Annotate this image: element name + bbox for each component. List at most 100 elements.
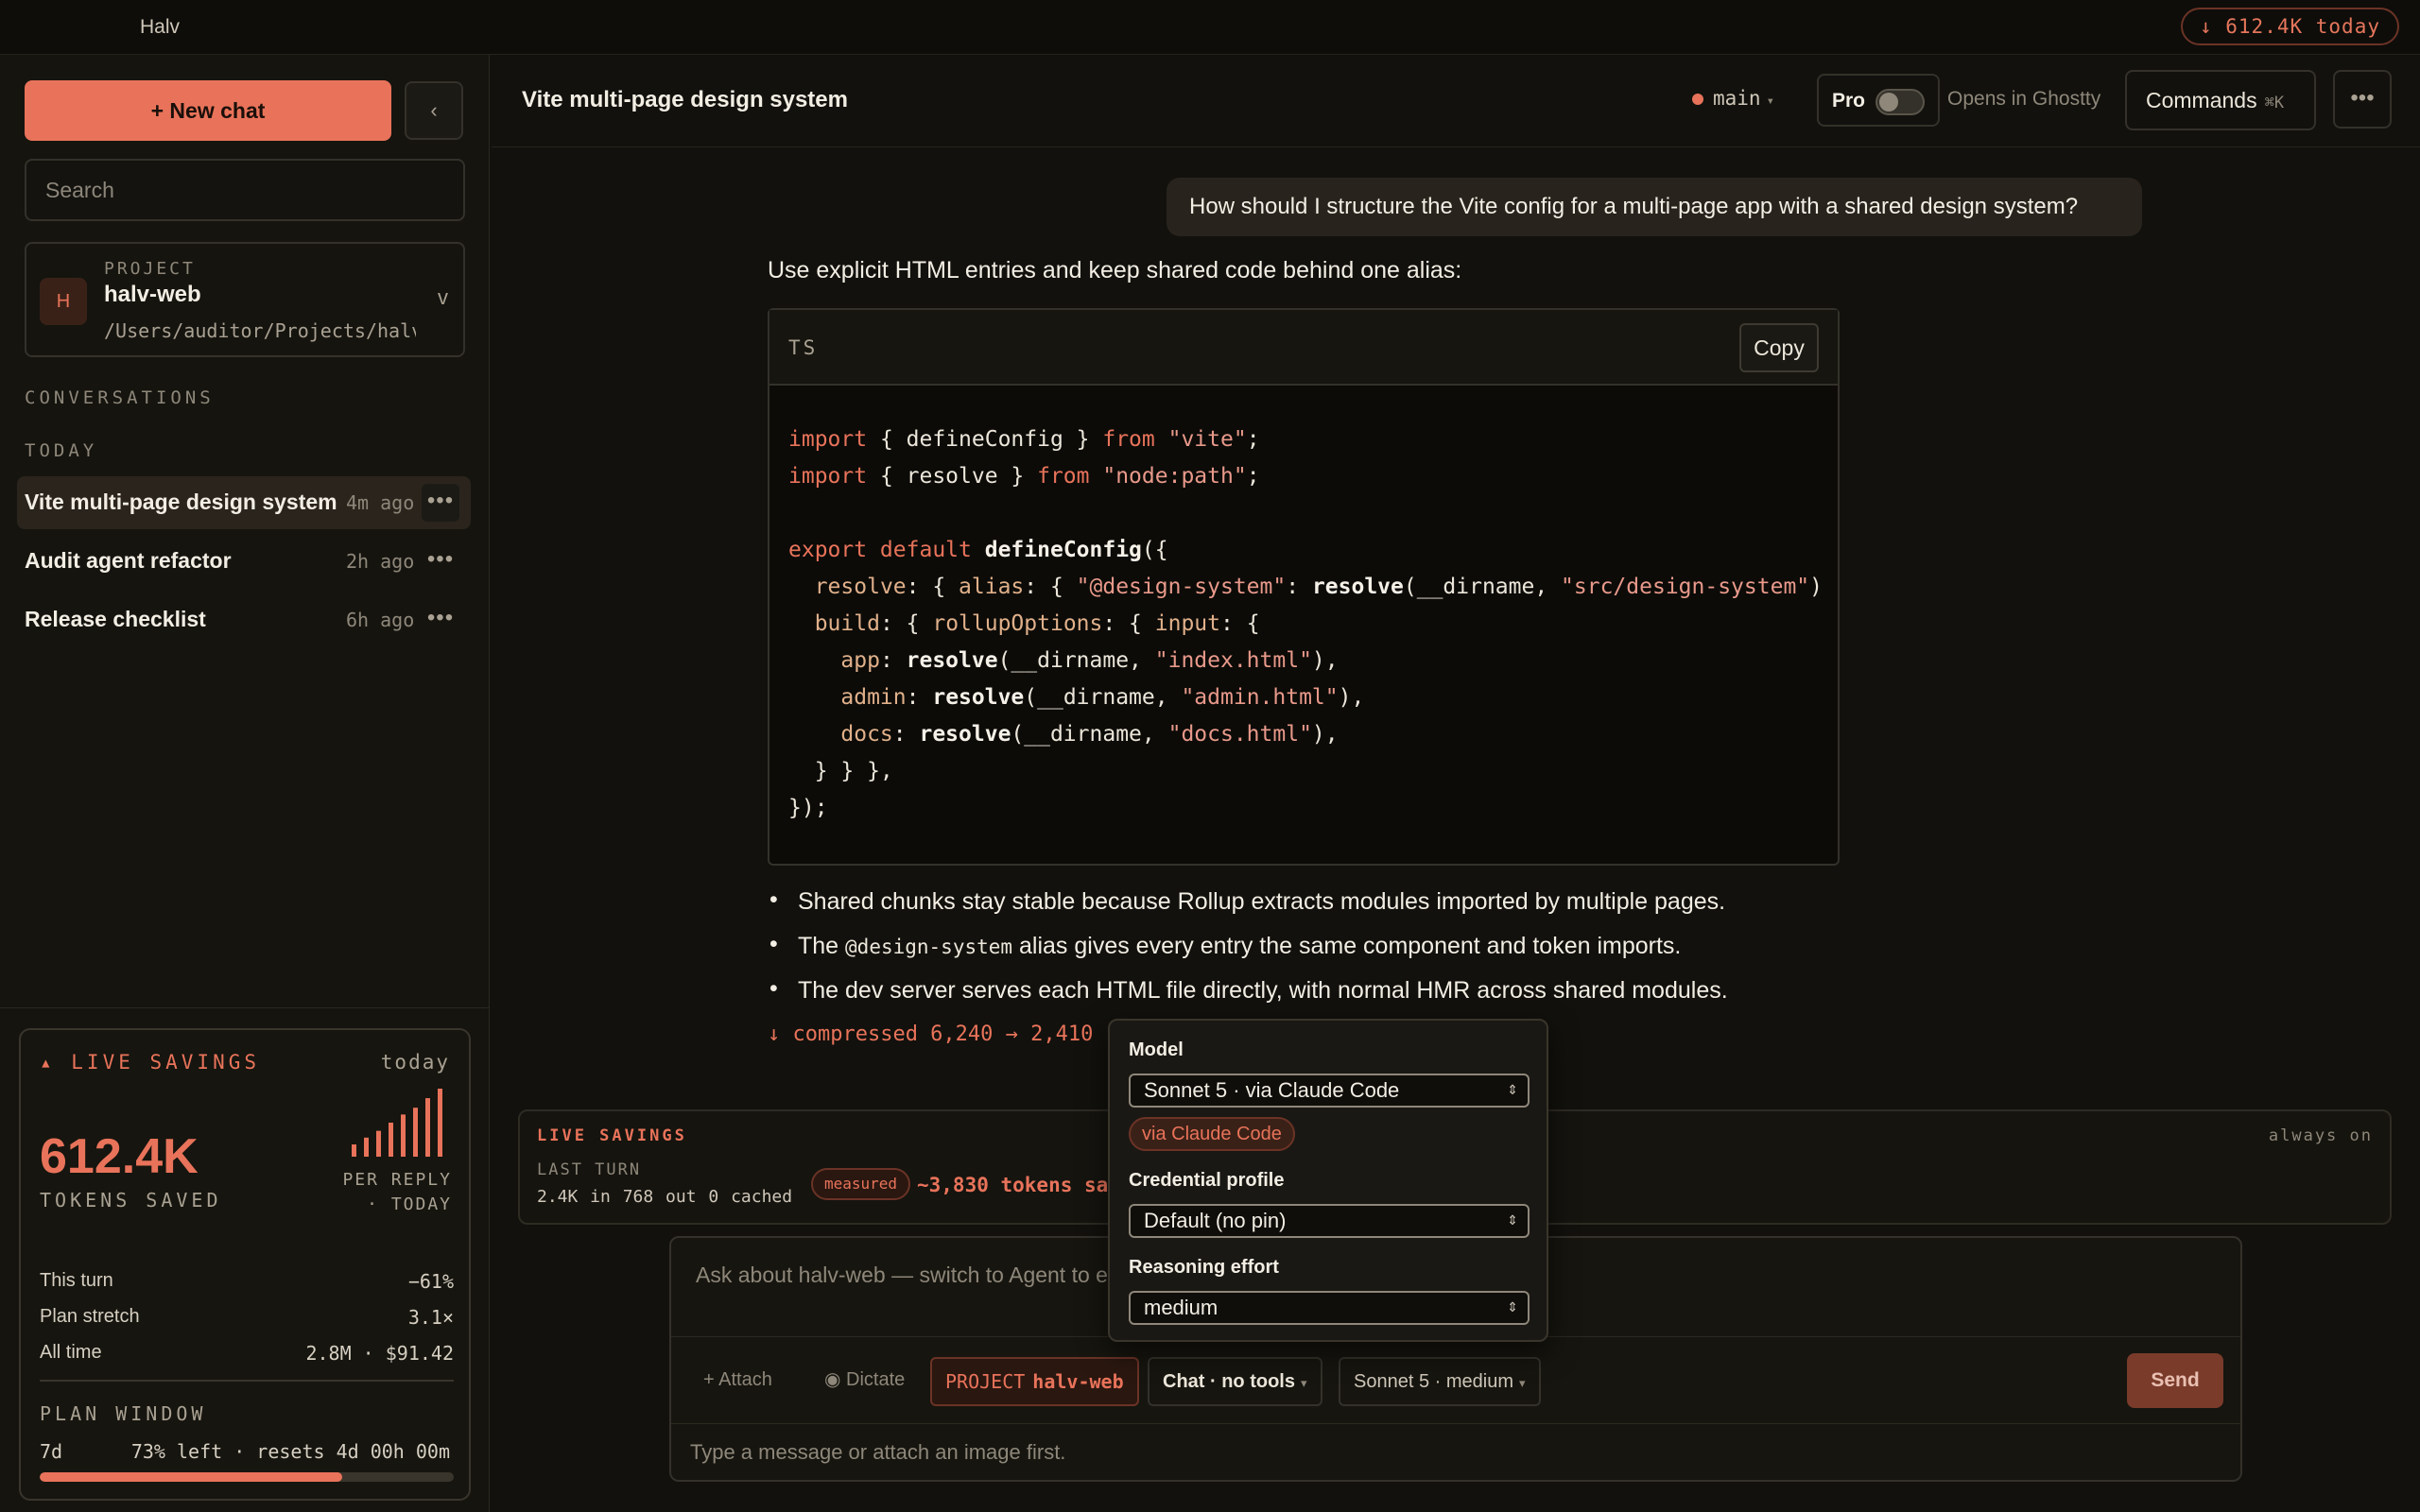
more-icon[interactable]: •••: [422, 601, 459, 639]
stat-row: This turn −61%: [40, 1270, 454, 1293]
copy-button[interactable]: Copy: [1739, 323, 1819, 372]
per-reply-text: PER REPLY: [342, 1170, 452, 1190]
compression-note: ↓ compressed 6,240 → 2,410: [768, 1022, 1094, 1046]
live-savings-title: ▴ LIVE SAVINGS: [40, 1051, 261, 1074]
select-arrows-icon: ⇕: [1507, 1082, 1518, 1097]
stat-row: All time 2.8M · $91.42: [40, 1342, 454, 1365]
model-selector[interactable]: Sonnet 5 · medium ▾: [1339, 1357, 1541, 1406]
spark-bar: [413, 1108, 418, 1157]
credential-value: Default (no pin): [1144, 1209, 1287, 1232]
code-content: import { defineConfig } from "vite"; imp…: [788, 427, 1824, 820]
list-item: The @design-system alias gives every ent…: [768, 931, 1728, 977]
chat-header: Vite multi-page design system main ▾ Pro …: [492, 55, 2420, 147]
credential-label: Credential profile: [1129, 1170, 1285, 1191]
model-label: Sonnet 5 · medium: [1354, 1371, 1513, 1392]
credential-select[interactable]: Default (no pin) ⇕: [1129, 1204, 1530, 1238]
mode-label: Chat · no tools: [1163, 1371, 1295, 1392]
user-message: How should I structure the Vite config f…: [1167, 178, 2142, 236]
bullet-text: The: [798, 933, 846, 959]
bullet-text: alias gives every entry the same compone…: [1012, 933, 1682, 959]
plan-window-title: PLAN WINDOW: [40, 1402, 207, 1425]
bullet-text: Shared chunks stay stable because Rollup…: [798, 888, 1726, 915]
pro-label: Pro: [1832, 90, 1866, 112]
conversation-time: 4m ago: [346, 491, 415, 514]
conversation-time: 2h ago: [346, 550, 415, 573]
conversations-heading: CONVERSATIONS: [25, 387, 215, 408]
model-select[interactable]: Sonnet 5 · via Claude Code ⇕: [1129, 1074, 1530, 1108]
tokens-saved-label: TOKENS SAVED: [40, 1189, 222, 1211]
conversation-item[interactable]: Audit agent refactor 2h ago •••: [17, 535, 471, 588]
dictate-button[interactable]: ◉ Dictate: [811, 1357, 918, 1406]
chevron-left-icon: ‹: [430, 98, 438, 122]
reasoning-select[interactable]: medium ⇕: [1129, 1291, 1530, 1325]
spark-bar: [425, 1098, 430, 1157]
keyboard-shortcut: ⌘K: [2264, 94, 2285, 112]
measured-badge: measured: [811, 1168, 911, 1200]
mode-selector[interactable]: Chat · no tools ▾: [1148, 1357, 1322, 1406]
plan-progress-fill: [40, 1472, 342, 1482]
spark-bar: [376, 1130, 381, 1157]
project-path: /Users/auditor/Projects/halv-web: [104, 319, 416, 342]
branch-status-dot: [1692, 94, 1703, 105]
more-icon[interactable]: •••: [422, 542, 459, 580]
spark-bar: [401, 1114, 406, 1157]
spark-bar: [438, 1089, 442, 1157]
branch-selector[interactable]: main ▾: [1692, 87, 1774, 110]
pro-toggle[interactable]: [1876, 89, 1925, 115]
sidebar: + New chat ‹ Search H PROJECT halv-web /…: [0, 55, 490, 1512]
select-arrows-icon: ⇕: [1507, 1212, 1518, 1228]
code-block: TS Copy import { defineConfig } from "vi…: [768, 308, 1840, 866]
live-savings-card: ▴ LIVE SAVINGS today 612.4K TOKENS SAVED…: [19, 1028, 471, 1501]
project-selector[interactable]: H PROJECT halv-web /Users/auditor/Projec…: [25, 242, 465, 357]
branch-name: main: [1713, 87, 1761, 110]
project-chip-name: halv-web: [1032, 1370, 1124, 1393]
stat-label: All time: [40, 1342, 102, 1363]
search-input[interactable]: Search: [25, 159, 465, 221]
collapse-sidebar-button[interactable]: ‹: [405, 81, 463, 140]
attach-button[interactable]: + Attach: [690, 1357, 786, 1406]
divider: [671, 1423, 2240, 1424]
conversation-title: Release checklist: [25, 607, 206, 631]
project-avatar: H: [40, 278, 87, 325]
code-language: TS: [788, 336, 819, 359]
toggle-knob: [1879, 93, 1898, 112]
inline-code: @design-system: [845, 936, 1013, 958]
conversation-title: Audit agent refactor: [25, 548, 232, 573]
conversation-item[interactable]: Vite multi-page design system 4m ago •••: [17, 476, 471, 529]
select-arrows-icon: ⇕: [1507, 1299, 1518, 1314]
live-savings-period: today: [380, 1051, 450, 1074]
stat-value: 2.8M · $91.42: [305, 1342, 454, 1365]
app-name: Halv: [140, 16, 181, 38]
more-options-button[interactable]: •••: [2333, 70, 2392, 129]
project-name: halv-web: [104, 282, 201, 307]
bullet-text: The dev server serves each HTML file dir…: [798, 977, 1728, 1004]
last-turn-stats: 2.4K in 768 out 0 cached: [537, 1187, 793, 1207]
message-input[interactable]: Ask about halv-web — switch to Agent to …: [696, 1263, 1176, 1288]
pro-toggle-group: Pro: [1817, 74, 1940, 127]
project-chip[interactable]: PROJECT halv-web: [930, 1357, 1139, 1406]
top-bar: Halv ↓ 612.4K today: [0, 0, 2420, 55]
stat-label: This turn: [40, 1270, 113, 1291]
divider: [0, 1007, 490, 1008]
commands-label: Commands: [2146, 88, 2257, 112]
list-item: The dev server serves each HTML file dir…: [768, 975, 1728, 1022]
today-savings-badge[interactable]: ↓ 612.4K today: [2180, 8, 2399, 45]
new-chat-button[interactable]: + New chat: [25, 80, 391, 141]
last-turn-label: LAST TURN: [537, 1160, 642, 1179]
composer-hint: Type a message or attach an image first.: [690, 1440, 1066, 1464]
conversation-title: Vite multi-page design system: [25, 490, 337, 514]
opens-in-label: Opens in Ghostty: [1947, 88, 2101, 110]
via-badge: via Claude Code: [1129, 1117, 1295, 1151]
project-chip-tag: PROJECT: [945, 1370, 1026, 1393]
commands-button[interactable]: Commands ⌘K: [2125, 70, 2316, 130]
conversation-item[interactable]: Release checklist 6h ago •••: [17, 593, 471, 646]
caret-down-icon: ▾: [1518, 1376, 1526, 1390]
send-button[interactable]: Send: [2127, 1353, 2223, 1408]
model-value: Sonnet 5 · via Claude Code: [1144, 1078, 1400, 1102]
more-icon[interactable]: •••: [422, 484, 459, 522]
conversation-time: 6h ago: [346, 609, 415, 631]
project-tag: PROJECT: [104, 259, 196, 279]
spark-bar: [364, 1137, 369, 1157]
reasoning-label: Reasoning effort: [1129, 1257, 1279, 1278]
bullet-list: Shared chunks stay stable because Rollup…: [768, 886, 1728, 1022]
